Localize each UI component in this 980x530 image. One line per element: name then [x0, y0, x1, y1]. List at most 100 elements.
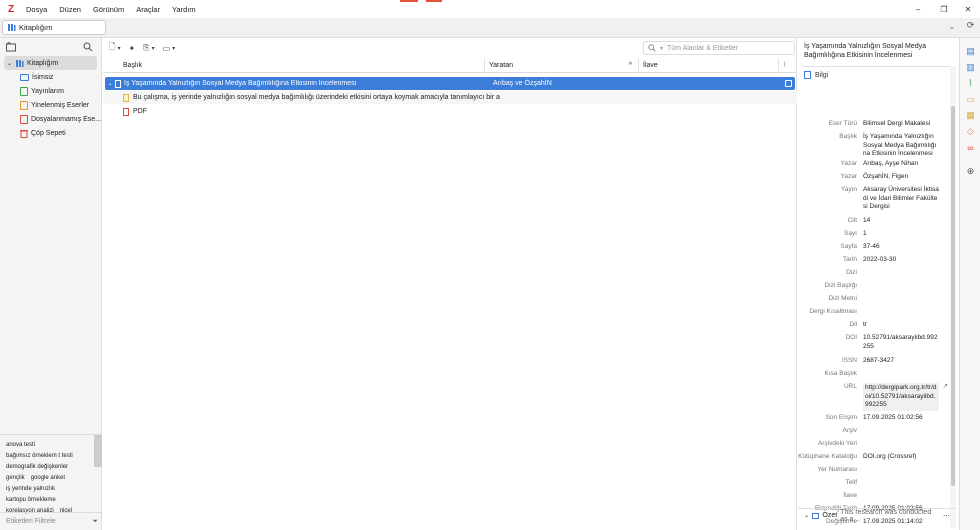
sidebar-item-unfiled[interactable]: Dosyalanmamış Ese...	[0, 112, 101, 126]
column-creator[interactable]: Yaratan ^	[485, 57, 639, 73]
menu-file[interactable]: Dosya	[20, 5, 53, 14]
field-value[interactable]: Bilimsel Dergi Makalesi	[863, 120, 939, 129]
field-value[interactable]	[863, 466, 939, 475]
column-attachments[interactable]: ⌇	[779, 58, 797, 73]
open-link-icon[interactable]: ↗	[943, 383, 948, 411]
tag-item[interactable]: anova testi	[6, 442, 35, 448]
notes-nav-icon[interactable]: ▭	[965, 94, 976, 105]
tab-library[interactable]: Kitaplığım	[2, 20, 106, 35]
menu-help[interactable]: Yardım	[166, 5, 202, 14]
field-label: Dizi	[846, 269, 857, 276]
field-value[interactable]: İş Yaşamında Yalnızlığın Sosyal Medya Ba…	[863, 133, 939, 159]
tag-item[interactable]: demografik değişkenler	[6, 464, 68, 470]
info-field-row: Yayın Aksaray Üniversitesi İktisadi ve İd…	[798, 186, 948, 212]
minimize-button[interactable]: –	[906, 0, 930, 18]
add-by-identifier-button[interactable]: ✦	[128, 44, 135, 53]
sidebar-item-unnamed[interactable]: İsimsiz	[0, 70, 101, 84]
sync-icon[interactable]: ⟳	[965, 20, 976, 31]
related-nav-icon[interactable]: ∞	[965, 142, 976, 153]
expand-chevron-icon[interactable]: ⌄	[7, 60, 12, 67]
tag-item[interactable]: kartopu örnekleme	[6, 497, 56, 503]
close-window-button[interactable]: ✕	[956, 0, 980, 18]
field-value[interactable]: 37-46	[863, 243, 939, 252]
info-field-row: Yazar ÖzşahİN, Figen	[798, 173, 948, 182]
sidebar-item-trash[interactable]: Çöp Sepeti	[0, 126, 101, 140]
more-icon[interactable]: ⋯	[943, 512, 950, 520]
field-label: Eser Türü	[828, 120, 857, 127]
tag-filter-input[interactable]: Etiketleri Filtrele ⏷	[0, 512, 102, 530]
attachments-nav-icon[interactable]: ⌇	[965, 78, 976, 89]
field-value[interactable]	[863, 427, 939, 436]
info-field-row: Son Erişim 17.09.2025 01:02:56	[798, 414, 948, 423]
menu-edit[interactable]: Düzen	[53, 5, 87, 14]
menu-view[interactable]: Görünüm	[87, 5, 130, 14]
field-value[interactable]: Aksaray Üniversitesi İktisadi ve İdari B…	[863, 186, 939, 212]
field-value[interactable]	[863, 282, 939, 291]
maximize-button[interactable]: ❐	[932, 0, 956, 18]
filter-icon[interactable]: ⏷	[92, 518, 98, 526]
field-value[interactable]: 2022-03-30	[863, 256, 939, 265]
info-nav-icon[interactable]: ▤	[965, 46, 976, 57]
field-value[interactable]	[863, 370, 939, 379]
add-attachment-button[interactable]: ⎘ ▾	[143, 43, 154, 53]
field-value[interactable]	[863, 295, 939, 304]
chevron-down-icon: ▾	[660, 45, 664, 52]
field-value[interactable]: tr	[863, 321, 939, 330]
search-input[interactable]: ▾ Tüm Alanlar & Etiketler	[643, 41, 795, 55]
tags-scrollbar[interactable]	[94, 435, 102, 467]
table-row-attachment[interactable]: PDF	[103, 105, 797, 118]
field-label: Kısa Başlık	[824, 370, 857, 377]
field-value[interactable]: 2687-3427	[863, 357, 939, 366]
chevron-down-icon[interactable]: ⌄	[948, 21, 956, 32]
field-label: Yazar	[840, 160, 858, 167]
tag-item[interactable]: gençlik	[6, 475, 25, 481]
search-placeholder: Tüm Alanlar & Etiketler	[667, 44, 739, 52]
info-field-row: Arşiv	[798, 427, 948, 436]
new-collection-icon[interactable]	[6, 42, 17, 52]
table-row[interactable]: ⌄ İş Yaşamında Yalnızlığın Sosyal Medya …	[105, 77, 795, 90]
libraries-nav-icon[interactable]: ▦	[965, 110, 976, 121]
sidebar-item-duplicates[interactable]: Yinelenmiş Eserler	[0, 98, 101, 112]
item-pane-scrollbar[interactable]	[950, 66, 956, 528]
field-value[interactable]: http://dergipark.org.tr/tr/doi/10.52791/…	[863, 383, 939, 411]
menu-tools[interactable]: Araçlar	[130, 5, 166, 14]
locate-nav-icon[interactable]: ⊕	[965, 166, 976, 177]
tag-item[interactable]: iş yerinde yalnızlık	[6, 486, 55, 492]
search-icon[interactable]	[83, 42, 93, 52]
field-value[interactable]: Arıbaş, Ayşe Nihan	[863, 160, 939, 169]
menubar: Z Dosya Düzen Görünüm Araçlar Yardım	[0, 0, 980, 18]
section-info-header[interactable]: Bilgi	[798, 67, 958, 83]
sidebar-item-my-publications[interactable]: Yayınlarım	[0, 84, 101, 98]
field-value[interactable]: 17.09.2025 01:02:56	[863, 414, 939, 423]
column-creator-label: Yaratan	[489, 61, 513, 69]
paperclip-icon: ⌇	[783, 62, 787, 69]
sidebar-item-label: Kitaplığım	[27, 59, 59, 67]
field-value[interactable]	[863, 308, 939, 317]
field-value[interactable]	[863, 479, 939, 488]
note-icon: ▭	[162, 43, 171, 53]
table-row-note[interactable]: Bu çalışma, iş yerinde yalnızlığın sosya…	[103, 91, 797, 104]
abstract-nav-icon[interactable]: ▥	[965, 62, 976, 73]
field-value[interactable]: 14	[863, 217, 939, 226]
info-field-row: Dizi Başlığı	[798, 282, 948, 291]
column-extra[interactable]: İlave	[639, 57, 779, 73]
sync-indicator-2	[426, 0, 442, 2]
field-value[interactable]: 1	[863, 230, 939, 239]
field-value[interactable]	[863, 440, 939, 449]
sidebar-item-library[interactable]: ⌄ Kitaplığım	[4, 56, 97, 70]
field-value[interactable]: ÖzşahİN, Figen	[863, 173, 939, 182]
tag-item[interactable]: bağımsız örneklem t testi	[6, 453, 73, 459]
tags-nav-icon[interactable]: ◇	[965, 126, 976, 137]
section-abstract-header[interactable]: ⌄ Özet This research was conducted as a.…	[798, 508, 956, 523]
field-value[interactable]	[863, 492, 939, 501]
column-title[interactable]: Başlık	[103, 57, 485, 73]
new-item-button[interactable]: 🗋 ▾	[109, 41, 120, 55]
tag-item[interactable]: google anket	[31, 475, 65, 481]
field-value[interactable]	[863, 269, 939, 278]
column-title-label: Başlık	[123, 61, 143, 69]
pdf-attachment-icon[interactable]	[785, 80, 792, 87]
field-value[interactable]: 10.52791/aksarayiibd.992255	[863, 334, 939, 351]
field-value[interactable]: DOI.org (Crossref)	[863, 453, 939, 462]
new-note-button[interactable]: ▭ ▾	[163, 44, 176, 53]
collapse-chevron-icon[interactable]: ⌄	[105, 80, 115, 87]
